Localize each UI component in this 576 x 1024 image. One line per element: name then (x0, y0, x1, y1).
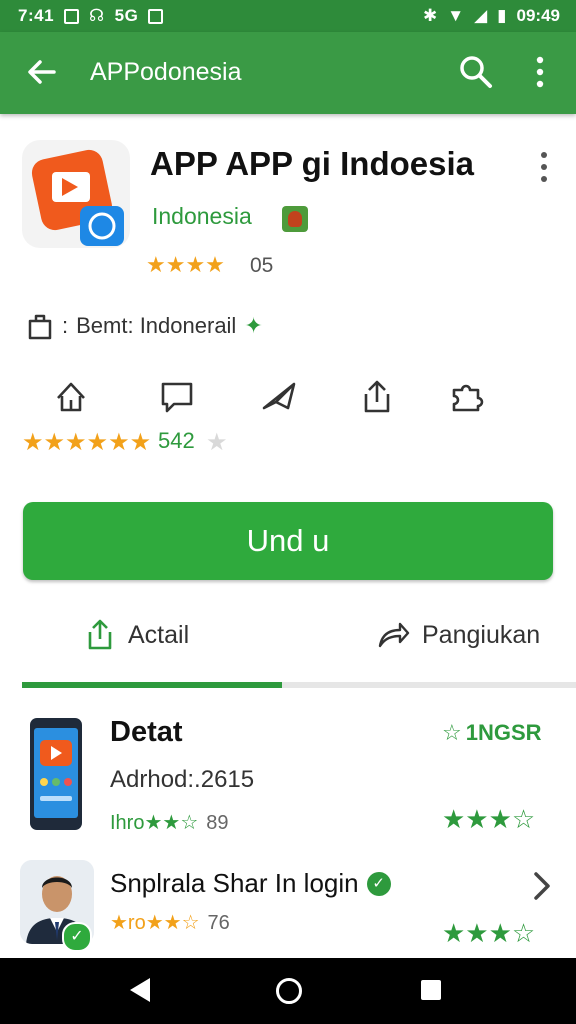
battery-icon: ▮ (497, 6, 507, 25)
notification-icon (64, 8, 80, 24)
status-5g: 5G (114, 6, 139, 25)
info-row: : Bemt: Indonerail ✦ (26, 306, 263, 346)
download-icon (148, 8, 164, 24)
large-rating-stars: ★★★★★★ (22, 429, 152, 456)
comment-icon[interactable] (158, 378, 196, 416)
chevron-right-icon[interactable] (528, 868, 556, 904)
headset-icon: ☊ (89, 6, 105, 25)
puzzle-icon[interactable] (448, 378, 486, 416)
empty-star-icon: ★ (206, 429, 228, 456)
bluetooth-icon: ✱ (423, 6, 438, 25)
overflow-menu-icon[interactable] (522, 52, 558, 92)
rating-stars: ★★★★ (146, 252, 225, 277)
list-item-2-meta-stars: ★ro★★☆ (110, 912, 200, 934)
star-outline-icon: ☆ (442, 720, 462, 745)
developer-link[interactable]: Indonesia (152, 203, 252, 230)
tab-submissions-label: Pangiukan (422, 620, 541, 649)
list-item-2-title[interactable]: Snplrala Shar In login ✓ (110, 868, 391, 899)
list-item-right-stars: ★★★☆ (442, 804, 536, 834)
list-item-subtitle: Adrhod:.2615 (110, 766, 255, 793)
info-prefix: : (62, 313, 69, 338)
list-item-tag-text: 1NGSR (465, 720, 542, 745)
upload-icon[interactable] (358, 378, 396, 416)
home-outline-icon[interactable] (52, 378, 90, 416)
toolbar-title: APPodonesia (90, 58, 242, 86)
app-logo (22, 140, 130, 248)
list-item-2-meta-count: 76 (207, 912, 230, 934)
status-time: 7:41 (18, 6, 55, 25)
system-nav-bar (0, 958, 576, 1024)
tab-details-label: Actail (128, 620, 190, 649)
list-item-tag: ☆ 1NGSR (442, 720, 542, 746)
verified-icon: ✓ (366, 871, 391, 896)
upload-icon (88, 619, 112, 650)
sparkle-icon: ✦ (244, 313, 263, 338)
app-toolbar: APPodonesia (0, 32, 576, 114)
list-item-2-title-text: Snplrala Shar In login (110, 868, 359, 898)
large-rating-count: 542 (158, 428, 195, 453)
signal-icon: ◢ (474, 6, 488, 25)
install-button[interactable]: Und u (23, 502, 553, 580)
developer-badge-icon (282, 206, 308, 232)
list-item-2-right-stars: ★★★☆ (442, 918, 536, 948)
rating-count: 05 (250, 254, 274, 277)
share-arrow-icon (378, 622, 410, 648)
tab-details[interactable]: Actail (84, 612, 189, 658)
status-clock: 09:49 (516, 6, 560, 25)
search-icon[interactable] (456, 52, 496, 92)
tab-submissions[interactable]: Pangiukan (376, 612, 540, 658)
nav-back-icon[interactable] (130, 978, 150, 1002)
status-bar: 7:41 ☊ 5G ✱ ▼ ◢ ▮ 09:49 (0, 0, 576, 32)
nav-home-icon[interactable] (276, 978, 302, 1004)
share-plane-icon[interactable] (260, 378, 298, 416)
app-title: APP APP gi Indoesia (150, 145, 474, 182)
tab-indicator (22, 682, 282, 688)
wifi-icon: ▼ (447, 6, 465, 25)
back-arrow-icon[interactable] (22, 52, 62, 92)
list-item-2-meta: ★ro★★☆ 76 (110, 910, 230, 935)
list-item-meta-stars: Ihro★★☆ (110, 812, 199, 834)
check-icon: ✓ (62, 922, 92, 952)
bag-icon (28, 314, 52, 340)
list-item-title[interactable]: Detat (110, 716, 183, 749)
nav-recents-icon[interactable] (421, 980, 441, 1000)
info-text: Bemt: Indonerail (76, 313, 237, 338)
list-item-meta-count: 89 (206, 812, 229, 834)
phone-thumbnail-icon (30, 718, 82, 830)
app-menu-icon[interactable] (534, 150, 554, 184)
list-item-meta: Ihro★★☆ 89 (110, 810, 229, 835)
